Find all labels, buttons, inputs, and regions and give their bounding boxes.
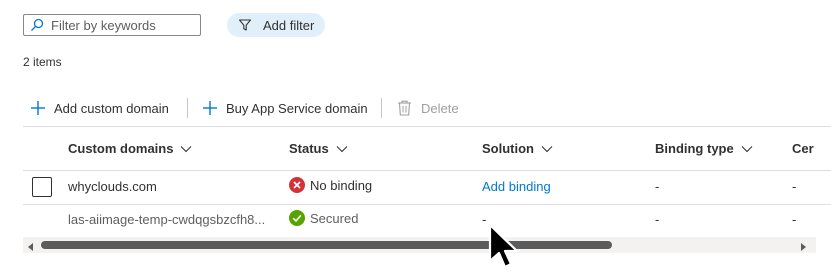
column-header-binding-type[interactable]: Binding type	[655, 141, 753, 156]
buy-domain-label: Buy App Service domain	[226, 100, 368, 116]
item-count: 2 items	[23, 55, 62, 69]
add-binding-link[interactable]: Add binding	[482, 179, 551, 194]
binding-type-cell: -	[655, 179, 660, 194]
checkmark-circle-icon	[289, 210, 305, 226]
plus-icon	[203, 101, 217, 115]
column-header-status[interactable]: Status	[289, 141, 348, 156]
delete-button[interactable]: Delete	[397, 97, 459, 119]
chevron-down-icon	[336, 145, 348, 152]
delete-label: Delete	[421, 100, 459, 116]
solution-cell: -	[482, 212, 487, 227]
trash-icon	[398, 100, 411, 116]
status-text: Secured	[310, 210, 359, 226]
table-top-divider	[23, 126, 831, 127]
scroll-left-arrow-icon[interactable]	[27, 240, 35, 255]
certificate-cell: -	[792, 179, 797, 194]
chevron-down-icon	[741, 145, 753, 152]
filter-icon	[238, 19, 252, 31]
domain-name-cell: whyclouds.com	[68, 179, 157, 194]
error-icon	[289, 177, 305, 193]
column-header-solution[interactable]: Solution	[482, 141, 553, 156]
mouse-cursor-icon	[487, 223, 521, 274]
keyword-filter-box[interactable]	[23, 14, 201, 36]
add-custom-domain-button[interactable]: Add custom domain	[30, 97, 169, 119]
toolbar-divider	[381, 98, 382, 118]
buy-app-service-domain-button[interactable]: Buy App Service domain	[202, 97, 368, 119]
status-cell: Secured	[289, 210, 358, 226]
row-divider	[23, 204, 831, 205]
chevron-down-icon	[181, 145, 192, 152]
status-cell: No binding	[289, 177, 372, 193]
column-header-certificate[interactable]: Cer	[792, 141, 814, 156]
row-select-checkbox[interactable]	[32, 177, 52, 197]
binding-type-cell: -	[655, 212, 660, 227]
certificate-cell: -	[792, 212, 797, 227]
domain-name-cell: las-aiimage-temp-cwdqgsbzcfh8...	[68, 212, 266, 227]
plus-icon	[31, 101, 45, 115]
toolbar-divider	[187, 98, 188, 118]
keyword-filter-input[interactable]	[51, 17, 191, 33]
scroll-right-arrow-icon[interactable]	[799, 240, 807, 255]
column-header-custom-domains[interactable]: Custom domains	[68, 141, 192, 156]
add-custom-domain-label: Add custom domain	[54, 100, 169, 116]
search-icon	[31, 18, 44, 31]
scrollbar-thumb[interactable]	[41, 241, 612, 249]
header-divider	[23, 170, 831, 171]
chevron-down-icon	[541, 145, 553, 152]
status-text: No binding	[310, 177, 373, 193]
add-filter-button[interactable]: Add filter	[227, 13, 325, 37]
add-filter-label: Add filter	[263, 17, 315, 33]
